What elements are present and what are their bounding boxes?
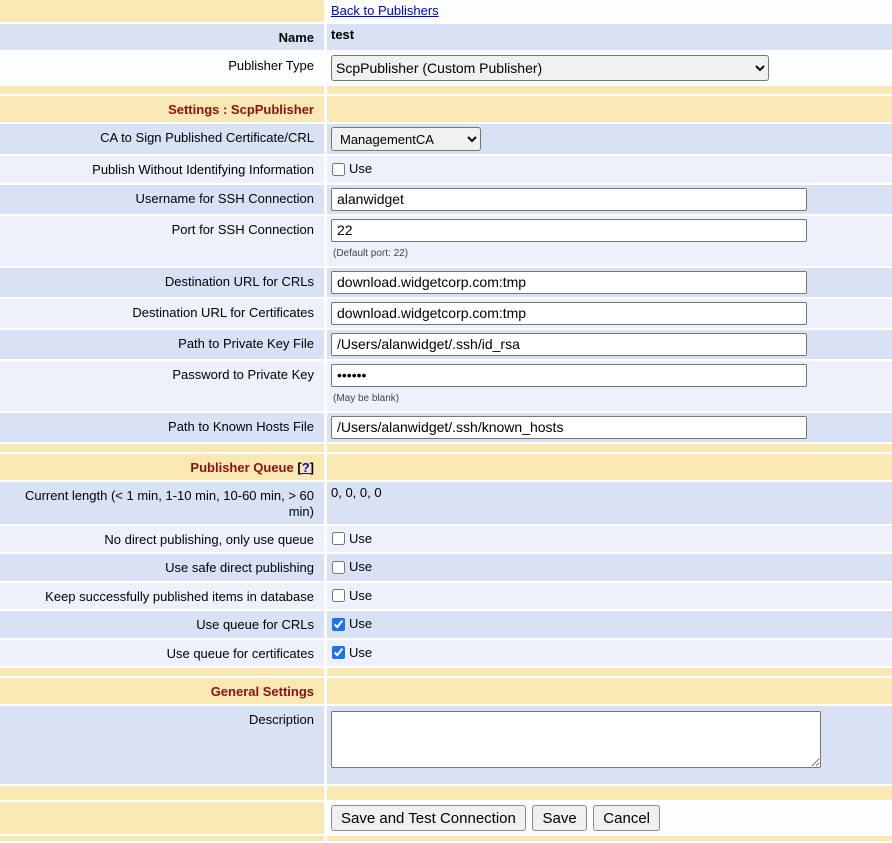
anonymize-row: Publish Without Identifying Information … — [0, 156, 892, 183]
queue-toggle-row: No direct publishing, only use queue Use — [0, 526, 892, 553]
private-key-password-input[interactable] — [331, 364, 807, 387]
name-value: test — [327, 24, 892, 50]
known-hosts-row: Path to Known Hosts File — [0, 413, 892, 442]
private-key-password-label: Password to Private Key — [0, 361, 324, 411]
crl-url-label: Destination URL for CRLs — [0, 268, 324, 297]
port-row: Port for SSH Connection (Default port: 2… — [0, 216, 892, 266]
queue-toggle-row: Keep successfully published items in dat… — [0, 583, 892, 610]
safe-direct-publishing-label: Use safe direct publishing — [0, 554, 324, 581]
separator-band — [0, 668, 892, 676]
queue-toggle-row: Use queue for CRLs Use — [0, 611, 892, 638]
use-label: Use — [349, 161, 372, 177]
separator-band — [0, 444, 892, 452]
description-row: Description — [0, 706, 892, 784]
certificate-destination-url-input[interactable] — [331, 302, 807, 325]
private-key-path-input[interactable] — [331, 333, 807, 356]
queue-length-label: Current length (< 1 min, 1-10 min, 10-60… — [0, 482, 324, 524]
use-label: Use — [349, 531, 372, 547]
back-link-cell: Back to Publishers — [327, 0, 892, 22]
general-settings-section-header: General Settings — [0, 678, 324, 704]
top-left-spacer — [0, 0, 324, 22]
no-direct-publishing-group: Use — [331, 529, 372, 547]
actions-left-spacer — [0, 802, 324, 834]
username-row: Username for SSH Connection — [0, 185, 892, 214]
safe-direct-publishing-group: Use — [331, 557, 372, 575]
cancel-button[interactable]: Cancel — [593, 805, 660, 831]
queue-for-certificates-label: Use queue for certificates — [0, 640, 324, 667]
ca-select[interactable]: ManagementCA — [331, 127, 481, 151]
use-label: Use — [349, 645, 372, 661]
publisher-type-label: Publisher Type — [0, 52, 324, 84]
ssh-port-input[interactable] — [331, 219, 807, 242]
name-row: Name test — [0, 24, 892, 50]
queue-for-crls-label: Use queue for CRLs — [0, 611, 324, 638]
use-label: Use — [349, 588, 372, 604]
queue-header-row: Publisher Queue [?] — [0, 454, 892, 480]
keep-published-items-label: Keep successfully published items in dat… — [0, 583, 324, 610]
back-to-publishers-link[interactable]: Back to Publishers — [331, 3, 439, 18]
no-direct-publishing-checkbox[interactable] — [332, 532, 345, 545]
queue-toggle-row: Use safe direct publishing Use — [0, 554, 892, 581]
bottom-band — [0, 836, 892, 841]
anonymize-label: Publish Without Identifying Information — [0, 156, 324, 183]
known-hosts-label: Path to Known Hosts File — [0, 413, 324, 442]
queue-for-crls-group: Use — [331, 614, 372, 632]
queue-length-value: 0, 0, 0, 0 — [327, 482, 892, 524]
use-label: Use — [349, 559, 372, 575]
private-key-label: Path to Private Key File — [0, 330, 324, 359]
queue-length-row: Current length (< 1 min, 1-10 min, 10-60… — [0, 482, 892, 524]
private-key-row: Path to Private Key File — [0, 330, 892, 359]
actions-row: Save and Test Connection Save Cancel — [0, 802, 892, 834]
queue-toggle-row: Use queue for certificates Use — [0, 640, 892, 667]
publisher-type-select[interactable]: ScpPublisher (Custom Publisher) — [331, 55, 769, 81]
crl-url-row: Destination URL for CRLs — [0, 268, 892, 297]
keep-published-items-group: Use — [331, 586, 372, 604]
edit-publisher-form: Back to Publishers Name test Publisher T… — [0, 0, 892, 843]
cert-url-row: Destination URL for Certificates — [0, 299, 892, 328]
publish-without-identifying-info-checkbox[interactable] — [332, 163, 345, 176]
queue-help-link[interactable]: ? — [302, 460, 310, 475]
known-hosts-path-input[interactable] — [331, 416, 807, 439]
name-label: Name — [0, 24, 324, 50]
separator-band — [0, 86, 892, 94]
ca-label: CA to Sign Published Certificate/CRL — [0, 124, 324, 154]
anonymize-use-group: Use — [331, 159, 372, 177]
general-settings-header-row: General Settings — [0, 678, 892, 704]
use-label: Use — [349, 616, 372, 632]
crl-destination-url-input[interactable] — [331, 271, 807, 294]
save-and-test-connection-button[interactable]: Save and Test Connection — [331, 805, 526, 831]
cert-url-label: Destination URL for Certificates — [0, 299, 324, 328]
back-link-row: Back to Publishers — [0, 0, 892, 22]
no-direct-publishing-label: No direct publishing, only use queue — [0, 526, 324, 553]
ca-row: CA to Sign Published Certificate/CRL Man… — [0, 124, 892, 154]
safe-direct-publishing-checkbox[interactable] — [332, 561, 345, 574]
help-bracket-close: ] — [310, 460, 314, 475]
password-blank-note: (May be blank) — [333, 391, 888, 407]
separator-band — [0, 786, 892, 800]
save-button[interactable]: Save — [532, 805, 586, 831]
queue-section-title: Publisher Queue — [190, 460, 293, 475]
private-key-password-row: Password to Private Key (May be blank) — [0, 361, 892, 411]
port-label: Port for SSH Connection — [0, 216, 324, 266]
description-textarea[interactable] — [331, 711, 821, 768]
use-queue-for-crls-checkbox[interactable] — [332, 618, 345, 631]
settings-header-row: Settings : ScpPublisher — [0, 96, 892, 122]
publisher-type-row: Publisher Type ScpPublisher (Custom Publ… — [0, 52, 892, 84]
keep-published-items-checkbox[interactable] — [332, 589, 345, 602]
ssh-username-input[interactable] — [331, 188, 807, 211]
queue-for-certificates-group: Use — [331, 643, 372, 661]
settings-section-header: Settings : ScpPublisher — [0, 96, 324, 122]
queue-section-header: Publisher Queue [?] — [0, 454, 324, 480]
use-queue-for-certificates-checkbox[interactable] — [332, 646, 345, 659]
port-default-note: (Default port: 22) — [333, 246, 888, 262]
username-label: Username for SSH Connection — [0, 185, 324, 214]
description-label: Description — [0, 706, 324, 784]
